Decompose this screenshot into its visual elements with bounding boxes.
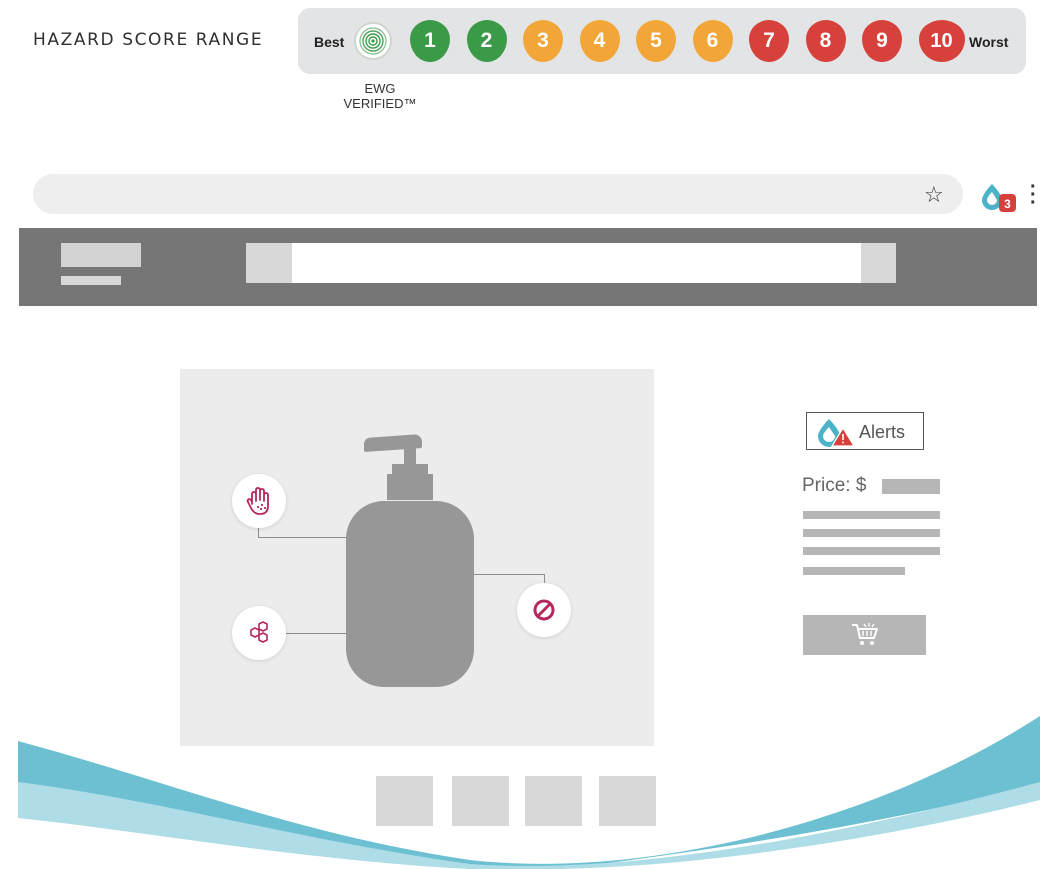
score-chip-6: 6 (692, 20, 733, 62)
score-chip-10: 10 (918, 20, 965, 62)
description-line-placeholder (803, 511, 940, 519)
score-chip-9: 9 (862, 20, 902, 62)
connector-line (473, 574, 544, 575)
score-chip-2: 2 (466, 20, 507, 62)
score-chip-5: 5 (636, 20, 676, 62)
score-chip-4: 4 (579, 20, 620, 62)
description-line-placeholder (803, 567, 905, 575)
worst-label: Worst (969, 34, 1009, 50)
product-thumbnail[interactable] (452, 776, 509, 826)
extension-badge-count: 3 (1004, 197, 1011, 211)
pump-bottle-collar (392, 464, 428, 474)
ewg-drop-icon[interactable]: 3 (979, 180, 1019, 216)
search-category-dropdown[interactable] (246, 243, 292, 283)
shopping-cart-icon (852, 623, 878, 645)
pump-bottle-body (346, 501, 474, 687)
price-value-placeholder (882, 479, 940, 494)
star-icon[interactable]: ☆ (924, 182, 944, 208)
site-search-input[interactable] (292, 243, 861, 283)
alert-warning-icon (818, 419, 856, 447)
ewg-verified-badge-icon (354, 22, 392, 60)
ewg-verified-label: EWG VERIFIED™ (340, 81, 420, 111)
product-thumbnail[interactable] (376, 776, 433, 826)
connector-line (285, 633, 347, 634)
kebab-menu-icon[interactable]: · · · (1030, 177, 1038, 213)
price-label: Price: $ (802, 475, 867, 496)
verified-label-line2: VERIFIED™ (343, 96, 417, 111)
connector-line (258, 537, 347, 538)
product-thumbnail[interactable] (599, 776, 656, 826)
score-chip-3: 3 (523, 20, 563, 62)
add-to-cart-button[interactable] (803, 615, 926, 655)
verified-label-line1: EWG (364, 81, 396, 96)
prohibited-icon[interactable] (517, 583, 571, 637)
hazard-score-scale: Best 1 2 3 4 5 6 7 8 9 10 Worst (298, 8, 1026, 74)
score-chip-8: 8 (805, 20, 846, 62)
best-label: Best (314, 34, 345, 50)
site-logo-subtitle-placeholder (61, 276, 121, 285)
score-chip-1: 1 (410, 20, 450, 62)
search-submit-button[interactable] (861, 243, 896, 283)
description-line-placeholder (803, 529, 940, 537)
alerts-button[interactable]: Alerts (806, 412, 924, 450)
product-thumbnail[interactable] (525, 776, 582, 826)
pump-bottle-shoulder (387, 474, 433, 500)
site-logo-placeholder[interactable] (61, 243, 141, 267)
molecule-icon[interactable] (232, 606, 286, 660)
description-line-placeholder (803, 547, 940, 555)
alerts-label: Alerts (859, 422, 906, 442)
hand-allergy-icon[interactable] (232, 474, 286, 528)
browser-address-bar[interactable] (33, 174, 963, 214)
score-chip-7: 7 (749, 20, 789, 62)
hazard-score-range-title: HAZARD SCORE RANGE (33, 30, 264, 50)
